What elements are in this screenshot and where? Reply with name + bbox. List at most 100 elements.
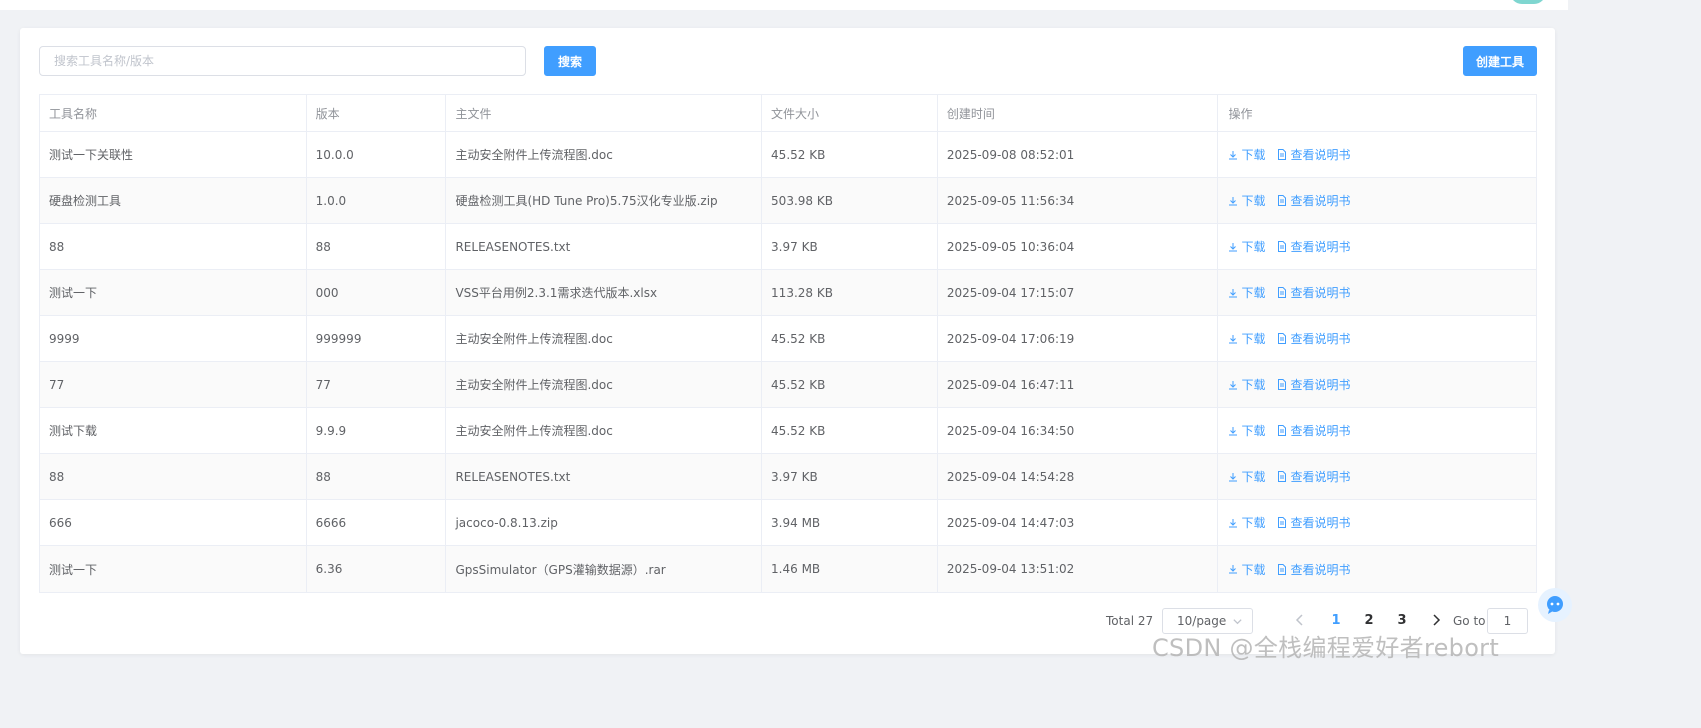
cell-size: 1.46 MB [762,546,938,592]
table-row: 硬盘检测工具 1.0.0 硬盘检测工具(HD Tune Pro)5.75汉化专业版.… [40,178,1536,224]
download-link[interactable]: 下载 [1228,422,1265,439]
customer-service-button[interactable] [1538,588,1572,622]
view-manual-link[interactable]: 查看说明书 [1277,284,1350,301]
table-row: 测试一下 000 VSS平台用例2.3.1需求迭代版本.xlsx 113.28 KB 2… [40,270,1536,316]
view-manual-link[interactable]: 查看说明书 [1277,146,1350,163]
cell-version: 88 [307,454,447,499]
view-manual-link[interactable]: 查看说明书 [1277,238,1350,255]
page-number-2[interactable]: 2 [1357,613,1381,628]
cell-version: 10.0.0 [307,132,447,177]
cell-file: jacoco-0.8.13.zip [446,500,763,545]
table-row: 666 6666 jacoco-0.8.13.zip 3.94 MB 2025-09-0… [40,500,1536,546]
cell-size: 45.52 KB [762,408,938,453]
cell-version: 9.9.9 [307,408,447,453]
cell-size: 3.94 MB [762,500,938,545]
create-tool-button[interactable]: 创建工具 [1463,46,1537,76]
download-link[interactable]: 下载 [1228,561,1265,578]
view-manual-label: 查看说明书 [1290,240,1351,254]
cell-size: 45.52 KB [762,316,938,361]
download-icon [1229,518,1238,527]
cell-size: 45.52 KB [762,132,938,177]
column-header-size: 文件大小 [762,95,938,131]
view-manual-link[interactable]: 查看说明书 [1277,561,1350,578]
cell-version: 6666 [307,500,447,545]
view-manual-label: 查看说明书 [1290,286,1351,300]
download-link[interactable]: 下载 [1228,192,1265,209]
download-icon [1229,426,1238,435]
document-icon [1278,241,1287,252]
view-manual-label: 查看说明书 [1290,470,1351,484]
tools-table: 工具名称 版本 主文件 文件大小 创建时间 操作 测试一下关联性 10.0.0 主动… [39,94,1537,593]
column-header-version: 版本 [307,95,447,131]
view-manual-label: 查看说明书 [1290,562,1351,577]
cell-name: 测试一下 [40,270,307,315]
view-manual-link[interactable]: 查看说明书 [1277,468,1350,485]
user-avatar-badge[interactable] [1510,0,1546,4]
download-link[interactable]: 下载 [1228,284,1265,301]
download-link[interactable]: 下载 [1228,330,1265,347]
download-label: 下载 [1241,562,1266,577]
download-icon [1229,472,1238,481]
download-link[interactable]: 下载 [1228,238,1265,255]
download-label: 下载 [1241,148,1266,162]
table-body: 测试一下关联性 10.0.0 主动安全附件上传流程图.doc 45.52 KB 2025… [40,132,1536,592]
prev-page-icon[interactable] [1294,612,1306,628]
csdn-watermark: CSDN @全栈编程爱好者rebort [1152,634,1500,662]
view-manual-link[interactable]: 查看说明书 [1277,376,1350,393]
cell-size: 113.28 KB [762,270,938,315]
view-manual-label: 查看说明书 [1290,424,1351,438]
cell-file: GpsSimulator（GPS灌输数据源）.rar [446,546,763,592]
cell-actions: 下载 查看说明书 [1218,132,1536,177]
cell-name: 9999 [40,316,307,361]
table-row: 88 88 RELEASENOTES.txt 3.97 KB 2025-09-05 10… [40,224,1536,270]
column-header-actions: 操作 [1228,106,1253,121]
download-link[interactable]: 下载 [1228,376,1265,393]
view-manual-link[interactable]: 查看说明书 [1277,330,1350,347]
page-number-1[interactable]: 1 [1324,613,1348,628]
download-label: 下载 [1241,240,1266,254]
download-link[interactable]: 下载 [1228,146,1265,163]
cell-name: 88 [40,224,307,269]
download-label: 下载 [1241,194,1266,208]
table-row: 测试一下 6.36 GpsSimulator（GPS灌输数据源）.rar 1.46 M… [40,546,1536,592]
table-row: 测试一下关联性 10.0.0 主动安全附件上传流程图.doc 45.52 KB 2025… [40,132,1536,178]
download-link[interactable]: 下载 [1228,468,1265,485]
cell-created: 2025-09-04 16:47:11 [938,362,1219,407]
cell-version: 6.36 [307,546,447,592]
column-header-created: 创建时间 [938,95,1219,131]
cell-version: 88 [307,224,447,269]
cell-actions: 下载 查看说明书 [1218,316,1536,361]
cell-actions: 下载 查看说明书 [1218,546,1536,592]
download-icon [1229,565,1238,574]
cell-created: 2025-09-05 11:56:34 [938,178,1219,223]
view-manual-label: 查看说明书 [1290,148,1351,162]
cell-name: 88 [40,454,307,499]
download-icon [1229,242,1238,251]
cell-created: 2025-09-04 14:54:28 [938,454,1219,499]
cell-size: 503.98 KB [762,178,938,223]
download-link[interactable]: 下载 [1228,514,1265,531]
cell-created: 2025-09-04 14:47:03 [938,500,1219,545]
cell-file: 主动安全附件上传流程图.doc [446,316,763,361]
cell-file: 主动安全附件上传流程图.doc [446,408,763,453]
document-icon [1278,471,1287,482]
cell-created: 2025-09-04 17:06:19 [938,316,1219,361]
page-number-3[interactable]: 3 [1390,613,1414,628]
view-manual-link[interactable]: 查看说明书 [1277,514,1350,531]
document-icon [1278,333,1287,344]
document-icon [1278,149,1287,160]
view-manual-link[interactable]: 查看说明书 [1277,422,1350,439]
cell-version: 999999 [307,316,447,361]
next-page-icon[interactable] [1430,612,1442,628]
view-manual-link[interactable]: 查看说明书 [1277,192,1350,209]
cell-size: 45.52 KB [762,362,938,407]
chat-icon [1547,596,1563,614]
cell-name: 测试一下关联性 [40,132,307,177]
cell-file: RELEASENOTES.txt [446,454,763,499]
cell-actions: 下载 查看说明书 [1218,178,1536,223]
search-button[interactable]: 搜索 [544,46,596,76]
search-input[interactable] [39,46,526,76]
download-label: 下载 [1241,516,1266,530]
download-label: 下载 [1241,332,1266,346]
document-icon [1278,425,1287,436]
